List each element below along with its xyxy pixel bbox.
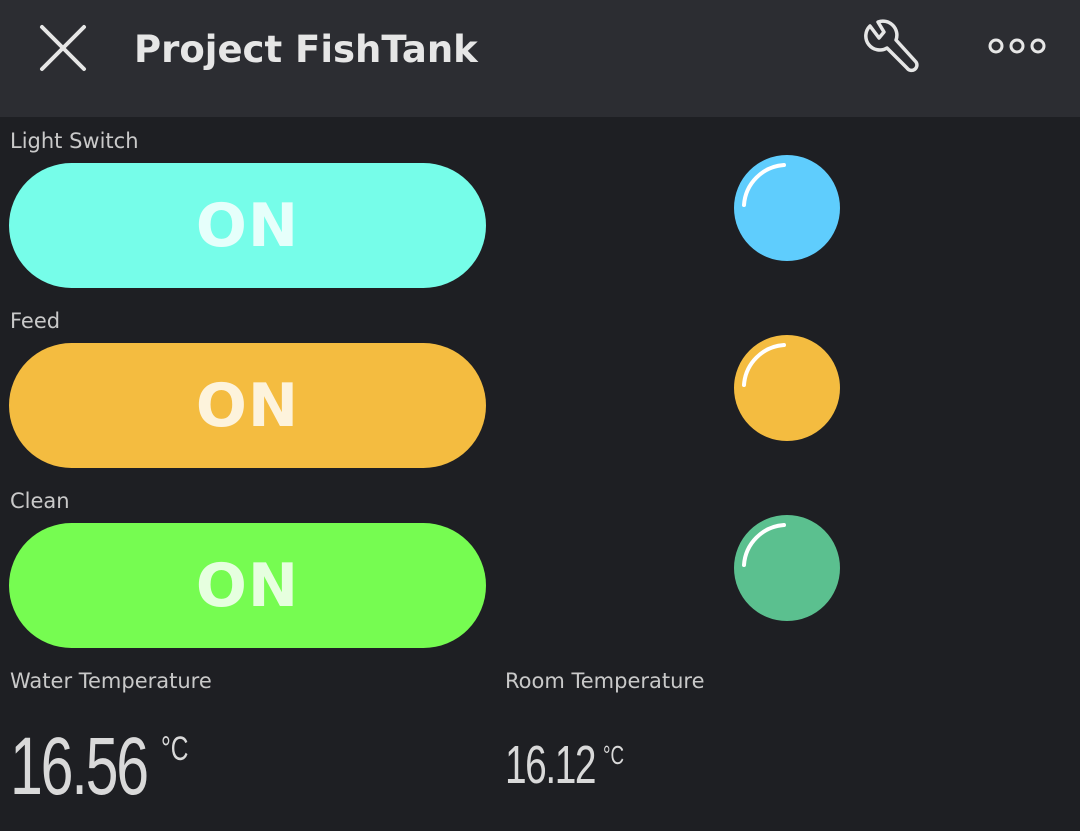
feed-label: Feed [10, 309, 61, 333]
more-dots-icon [988, 38, 1046, 54]
settings-button[interactable] [860, 18, 926, 80]
water-temperature-display: 16.56 °C [10, 726, 199, 808]
feed-switch-button[interactable]: ON [9, 343, 486, 468]
wrench-icon [864, 19, 919, 73]
room-temperature-value: 16.12 [505, 735, 597, 795]
close-button[interactable] [33, 18, 93, 78]
more-options-button[interactable] [984, 30, 1050, 62]
light-switch-button[interactable]: ON [9, 163, 486, 288]
water-temperature-label: Water Temperature [10, 669, 212, 693]
clean-switch-state: ON [195, 550, 300, 621]
led-highlight-icon [742, 523, 786, 567]
clean-switch-button[interactable]: ON [9, 523, 486, 648]
feed-led [734, 335, 840, 441]
water-temperature-value: 16.56 [10, 721, 149, 812]
feed-switch-state: ON [195, 370, 300, 441]
clean-led [734, 515, 840, 621]
light-switch-state: ON [195, 190, 300, 261]
header-bar: Project FishTank [0, 0, 1080, 117]
light-switch-label: Light Switch [10, 129, 139, 153]
room-temperature-unit: °C [603, 740, 625, 770]
light-switch-led [734, 155, 840, 261]
water-temperature-unit: °C [161, 730, 189, 768]
room-temperature-display: 16.12 °C [505, 738, 632, 792]
page-title: Project FishTank [134, 28, 478, 71]
clean-label: Clean [10, 489, 70, 513]
led-highlight-icon [742, 343, 786, 387]
led-highlight-icon [742, 163, 786, 207]
close-icon [40, 25, 86, 71]
app-dashboard: Project FishTank Light Switch ON Feed ON [0, 0, 1080, 831]
room-temperature-label: Room Temperature [505, 669, 705, 693]
